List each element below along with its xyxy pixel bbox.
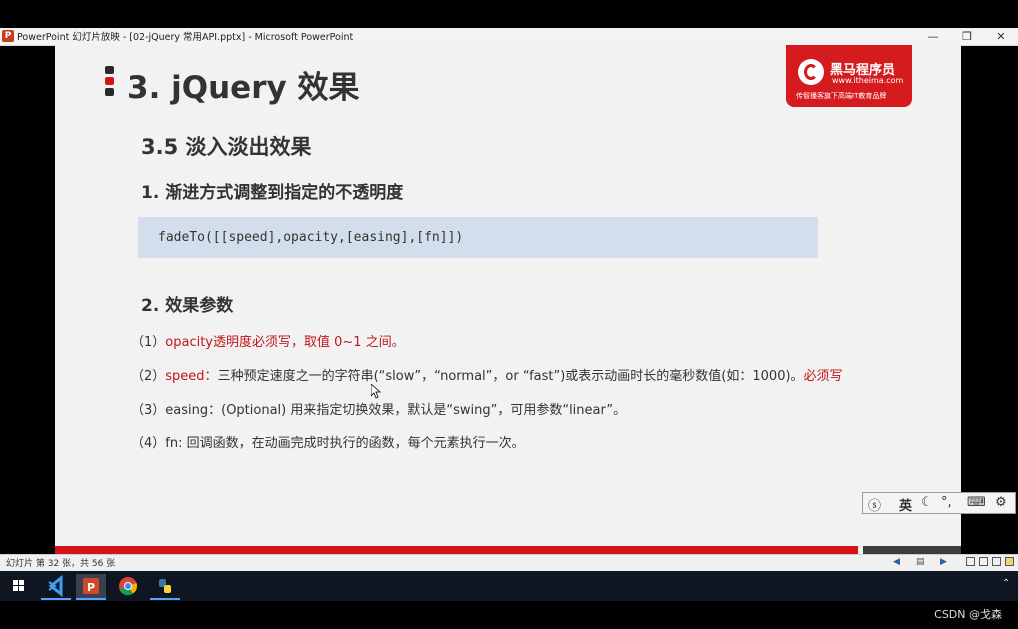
minimize-button[interactable]: — xyxy=(918,28,948,45)
param-item: （4）fn: 回调函数，在动画完成时执行的函数，每个元素执行一次。 xyxy=(131,432,525,451)
python-icon[interactable] xyxy=(150,574,180,600)
param-item: （3）easing：(Optional) 用来指定切换效果，默认是“swing”… xyxy=(131,399,626,418)
ime-language-toggle[interactable]: 英 xyxy=(899,495,912,514)
window-title: PowerPoint 幻灯片放映 - [02-jQuery 常用API.pptx… xyxy=(17,32,354,43)
decoration-block xyxy=(105,88,114,96)
decoration-block xyxy=(105,66,114,74)
powerpoint-app-icon: P xyxy=(2,30,14,42)
slide-canvas: 3. jQuery 效果 黑马程序员 www.itheima.com 传智播客旗… xyxy=(55,45,961,554)
next-slide-icon[interactable]: ▶ xyxy=(940,557,947,567)
ime-toolbar[interactable]: ⓢ 英 ☾ °, ⌨ ⚙ xyxy=(862,492,1016,514)
slide-menu-icon[interactable]: ▤ xyxy=(916,557,925,567)
restore-button[interactable]: ❐ xyxy=(952,28,982,45)
itheima-logo: 黑马程序员 www.itheima.com 传智播客旗下高端IT教育品牌 xyxy=(786,45,912,107)
slide-sorter-icon[interactable] xyxy=(979,557,988,566)
logo-slogan: 传智播客旗下高端IT教育品牌 xyxy=(796,92,887,100)
powerpoint-taskbar-icon[interactable]: P xyxy=(76,574,106,600)
decoration-block xyxy=(105,77,114,85)
logo-url: www.itheima.com xyxy=(832,76,904,85)
ime-halfwidth-icon[interactable]: ☾ xyxy=(921,495,933,510)
ime-punctuation-icon[interactable]: °, xyxy=(941,495,952,510)
code-block: fadeTo([[speed],opacity,[easing],[fn]]) xyxy=(138,217,818,258)
param-highlight: opacity透明度必须写，取值 0~1 之间。 xyxy=(165,335,405,350)
param-item: （2）speed：三种预定速度之一的字符串(“slow”，“normal”，or… xyxy=(131,365,843,384)
param-highlight: speed： xyxy=(165,369,218,384)
param-item: （1）opacity透明度必须写，取值 0~1 之间。 xyxy=(131,331,405,350)
window-title-bar: P PowerPoint 幻灯片放映 - [02-jQuery 常用API.pp… xyxy=(0,28,1018,46)
watermark: CSDN @戈森 xyxy=(934,608,1002,621)
reading-view-icon[interactable] xyxy=(992,557,1001,566)
param-prefix: （4） xyxy=(131,436,166,451)
section-heading: 3.5 淡入淡出效果 xyxy=(141,135,312,159)
slide-footer-red-bar xyxy=(55,546,858,554)
subheading-2: 2. 效果参数 xyxy=(141,296,234,316)
code-text: fadeTo([[speed],opacity,[easing],[fn]]) xyxy=(158,230,464,245)
vscode-icon[interactable] xyxy=(41,574,71,600)
param-text: 三种预定速度之一的字符串(“slow”，“normal”，or “fast”)或… xyxy=(217,369,804,384)
horse-logo-icon xyxy=(798,59,824,85)
ime-logo-icon[interactable]: ⓢ xyxy=(868,495,881,514)
subheading-1: 1. 渐进方式调整到指定的不透明度 xyxy=(141,183,404,203)
windows-start-icon[interactable] xyxy=(4,574,34,598)
bottom-border xyxy=(0,601,1018,629)
param-required: 必须写 xyxy=(803,369,843,384)
mouse-cursor-icon xyxy=(371,384,381,399)
status-bar: 幻灯片 第 32 张，共 56 张 ◀ ▤ ▶ xyxy=(0,554,1018,571)
param-prefix: （3） xyxy=(131,403,166,418)
param-prefix: （2） xyxy=(131,369,166,384)
windows-taskbar: P ⌃ xyxy=(0,571,1018,601)
slide-counter: 幻灯片 第 32 张，共 56 张 xyxy=(6,559,116,569)
param-prefix: （1） xyxy=(131,335,166,350)
tray-chevron-icon[interactable]: ⌃ xyxy=(1002,578,1010,589)
param-text: fn: 回调函数，在动画完成时执行的函数，每个元素执行一次。 xyxy=(165,436,525,451)
close-button[interactable]: ✕ xyxy=(986,28,1016,45)
title-decoration xyxy=(105,66,114,99)
slideshow-view-icon[interactable] xyxy=(1005,557,1014,566)
ime-keyboard-icon[interactable]: ⌨ xyxy=(967,495,986,510)
slide-title: 3. jQuery 效果 xyxy=(127,70,360,106)
chrome-icon[interactable] xyxy=(113,574,143,598)
ime-settings-icon[interactable]: ⚙ xyxy=(995,495,1007,510)
normal-view-icon[interactable] xyxy=(966,557,975,566)
slide-footer-dark-bar xyxy=(863,546,961,554)
svg-text:P: P xyxy=(87,581,95,594)
previous-slide-icon[interactable]: ◀ xyxy=(893,557,900,567)
param-text: easing：(Optional) 用来指定切换效果，默认是“swing”，可用… xyxy=(165,403,627,418)
